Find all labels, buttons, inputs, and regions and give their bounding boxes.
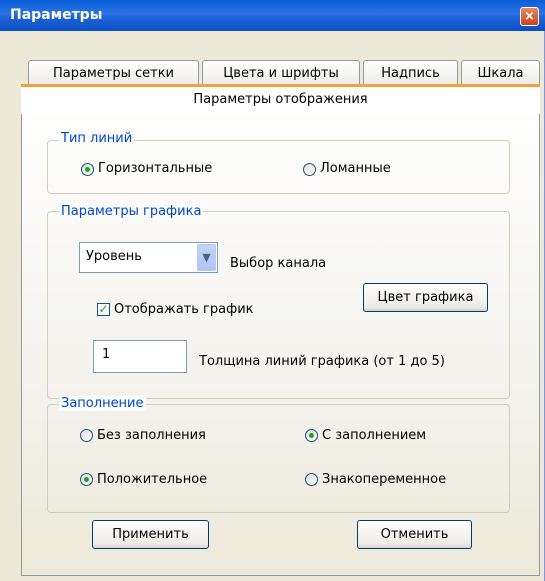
radio-no-fill-label: Без заполнения — [97, 428, 206, 443]
radio-with-fill-label: С заполнением — [322, 428, 427, 443]
radio-horizontal[interactable] — [81, 163, 94, 176]
line-type-legend: Тип линий — [59, 131, 135, 146]
radio-horizontal-label: Горизонтальные — [98, 161, 213, 176]
tab-display-params[interactable]: Параметры отображения — [21, 84, 540, 114]
radio-positive-label: Положительное — [97, 472, 208, 487]
radio-polyline[interactable] — [303, 163, 316, 176]
graph-params-legend: Параметры графика — [59, 204, 204, 219]
radio-no-fill[interactable] — [80, 429, 93, 442]
show-graph-label: Отображать график — [114, 302, 254, 317]
show-graph-checkbox[interactable]: ✓ — [97, 303, 110, 316]
channel-select[interactable]: Уровень ▼ — [79, 242, 218, 273]
thickness-input-value: 1 — [102, 347, 111, 362]
thickness-label: Толщина линий графика (от 1 до 5) — [199, 354, 445, 369]
tab-grid-params[interactable]: Параметры сетки — [28, 60, 199, 86]
channel-select-label: Выбор канала — [230, 256, 327, 271]
channel-select-value: Уровень — [86, 249, 142, 264]
fill-group — [47, 404, 510, 513]
radio-positive[interactable] — [80, 473, 93, 486]
window-title: Параметры — [10, 7, 103, 23]
graph-color-button[interactable]: Цвет графика — [363, 283, 488, 312]
chevron-down-icon[interactable]: ▼ — [197, 244, 216, 271]
thickness-input[interactable]: 1 — [93, 340, 187, 373]
dialog-window: Параметры × Параметры сетки Цвета и шриф… — [0, 0, 545, 581]
close-icon[interactable]: × — [520, 7, 539, 26]
radio-polyline-label: Ломанные — [320, 161, 391, 176]
tab-caption[interactable]: Надпись — [363, 60, 458, 86]
cancel-button[interactable]: Отменить — [357, 520, 472, 549]
tab-scale[interactable]: Шкала — [461, 60, 540, 86]
radio-alternating-label: Знакопеременное — [322, 472, 447, 487]
fill-legend: Заполнение — [59, 396, 146, 411]
title-bar: Параметры × — [0, 0, 545, 31]
radio-alternating[interactable] — [305, 473, 318, 486]
apply-button[interactable]: Применить — [92, 520, 209, 549]
radio-with-fill[interactable] — [305, 429, 318, 442]
tab-colors-fonts[interactable]: Цвета и шрифты — [202, 60, 360, 86]
